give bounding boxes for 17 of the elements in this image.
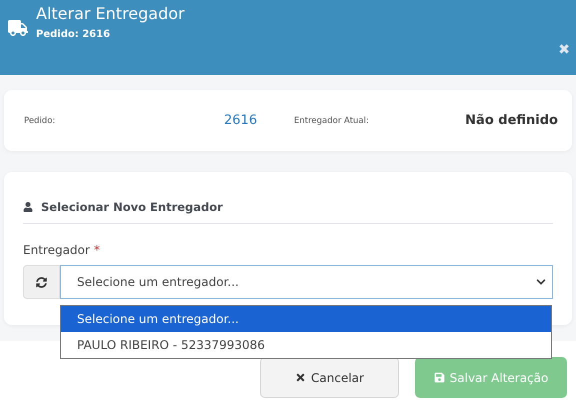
user-icon	[23, 202, 33, 212]
order-subtitle: Pedido: 2616	[36, 29, 112, 40]
courier-select[interactable]: Selecione um entregador...	[60, 265, 553, 299]
refresh-icon	[36, 276, 47, 288]
field-label: Entregador *	[23, 243, 101, 257]
order-number: 2616	[224, 113, 258, 128]
courier-value: Não definido	[465, 113, 558, 128]
courier-label: Entregador Atual:	[294, 116, 370, 126]
section-title: Selecionar Novo Entregador	[41, 200, 223, 214]
cancel-button[interactable]: Cancelar	[260, 357, 399, 398]
close-icon	[295, 372, 306, 383]
dropdown-option[interactable]: Selecione um entregador...	[61, 306, 551, 332]
window-title: Alterar Entregador	[36, 4, 185, 23]
refresh-button[interactable]	[23, 265, 60, 299]
truck-icon	[8, 18, 28, 38]
chevron-down-icon	[536, 277, 546, 287]
order-label: Pedido:	[24, 116, 56, 126]
